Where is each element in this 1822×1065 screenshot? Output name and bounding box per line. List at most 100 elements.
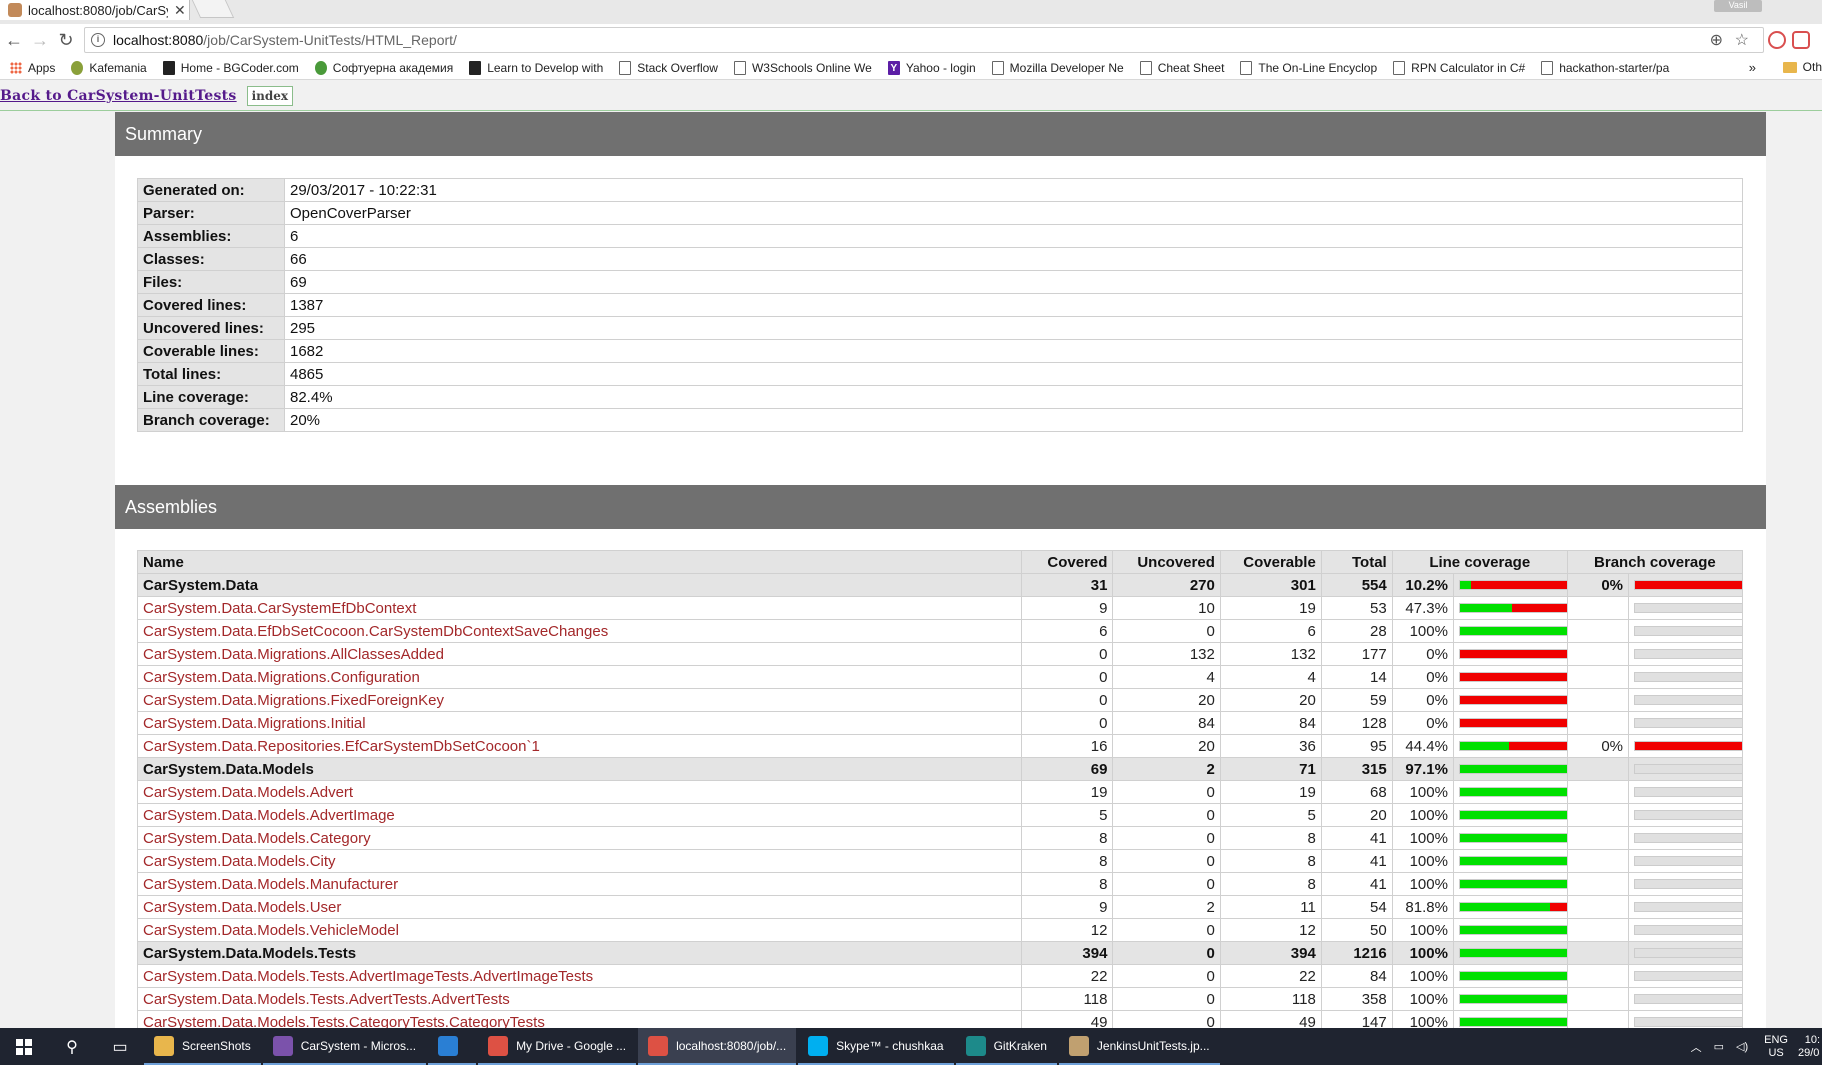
class-row[interactable]: CarSystem.Data.Models.VehicleModel 12 0 12 5… [136, 918, 1743, 942]
class-link[interactable]: CarSystem.Data.Models.Manufacturer [143, 876, 398, 893]
browser-tab[interactable]: localhost:8080/job/CarSy ✕ [0, 0, 190, 20]
line-coverage-bar-cell [1452, 803, 1568, 827]
extension-icon[interactable] [1792, 31, 1810, 49]
class-row[interactable]: CarSystem.Data.Models.User 9 2 11 54 81.8% [136, 895, 1743, 919]
bookmark-item[interactable]: Apps [10, 61, 55, 75]
network-icon[interactable]: ▭ [1714, 1040, 1724, 1053]
line-coverage-bar [1458, 764, 1567, 774]
other-bookmarks[interactable]: Oth [1782, 60, 1822, 74]
visual-studio-icon [272, 1035, 293, 1056]
bookmark-item[interactable]: Learn to Develop with [469, 60, 603, 75]
class-row[interactable]: CarSystem.Data.Models.Tests.CategoryTest… [136, 1010, 1743, 1029]
site-info-icon[interactable]: i [91, 33, 105, 47]
bookmark-star-icon[interactable]: ☆ [1735, 30, 1749, 50]
taskbar-app[interactable]: My Drive - Google ... [478, 1028, 637, 1065]
column-header[interactable]: Coverable [1219, 550, 1322, 574]
bookmarks-overflow-button[interactable]: » [1749, 60, 1756, 75]
class-link[interactable]: CarSystem.Data.Migrations.Configuration [143, 669, 420, 686]
start-button[interactable] [0, 1028, 48, 1065]
bookmark-item[interactable]: Софтуерна академия [314, 60, 453, 75]
class-link[interactable]: CarSystem.Data.Models.User [143, 899, 341, 916]
column-header[interactable]: Line coverage [1391, 550, 1568, 574]
class-row[interactable]: CarSystem.Data.Models.Advert 19 0 19 68 100% [136, 780, 1743, 804]
bookmark-item[interactable]: Mozilla Developer Ne [991, 60, 1124, 75]
bookmark-item[interactable]: RPN Calculator in C# [1393, 60, 1525, 75]
bookmark-item[interactable]: Y Yahoo - login [887, 60, 976, 75]
class-link[interactable]: CarSystem.Data.Migrations.Initial [143, 715, 366, 732]
task-view-icon[interactable]: ▭ [96, 1028, 144, 1065]
index-tab[interactable]: index [246, 86, 294, 106]
class-link[interactable]: CarSystem.Data.Models.AdvertImage [143, 807, 395, 824]
class-link[interactable]: CarSystem.Data.Migrations.FixedForeignKe… [143, 692, 444, 709]
bookmark-item[interactable]: Kafemania [71, 60, 147, 75]
bookmark-item[interactable]: Home - BGCoder.com [162, 60, 299, 75]
search-icon[interactable]: ⚲ [48, 1028, 96, 1065]
class-row[interactable]: CarSystem.Data.Repositories.EfCarSystemD… [136, 734, 1743, 758]
back-link[interactable]: Back to CarSystem-UnitTests [0, 88, 237, 104]
class-row[interactable]: CarSystem.Data.CarSystemEfDbContext 9 10 19… [136, 596, 1743, 620]
bookmark-item[interactable]: Stack Overflow [619, 60, 718, 75]
bookmark-item[interactable]: The On-Line Encyclop [1240, 60, 1377, 75]
class-link[interactable]: CarSystem.Data.Models.Tests.AdvertImageT… [143, 968, 593, 985]
taskbar-app[interactable]: ScreenShots [144, 1028, 261, 1065]
clock[interactable]: 10: 29/03 [1798, 1034, 1820, 1060]
taskbar-app[interactable]: Skype™ - chushkaa [798, 1028, 954, 1065]
class-link[interactable]: CarSystem.Data.Repositories.EfCarSystemD… [143, 738, 540, 755]
back-arrow-icon[interactable]: ← [2, 28, 26, 52]
class-row[interactable]: CarSystem.Data.Models.City 8 0 8 41 100% [136, 849, 1743, 873]
bookmark-item[interactable]: W3Schools Online We [733, 60, 872, 75]
class-row[interactable]: CarSystem.Data.Migrations.Initial 0 84 84 12… [136, 711, 1743, 735]
extension-icon[interactable] [1768, 31, 1786, 49]
class-row[interactable]: CarSystem.Data.Models.Category 8 0 8 41 100% [136, 826, 1743, 850]
column-header[interactable]: Covered [1021, 550, 1114, 574]
class-link[interactable]: CarSystem.Data.Models.Advert [143, 784, 353, 801]
class-link[interactable]: CarSystem.Data.Models.City [143, 853, 336, 870]
language-indicator[interactable]: ENG US [1764, 1034, 1788, 1060]
summary-row: Uncovered lines: 295 [137, 316, 1743, 340]
class-link[interactable]: CarSystem.Data.Models.Tests.CategoryTest… [143, 1014, 545, 1029]
column-header[interactable]: Name [136, 550, 1023, 574]
close-tab-icon[interactable]: ✕ [174, 2, 186, 19]
bookmark-item[interactable]: Cheat Sheet [1139, 60, 1224, 75]
class-link[interactable]: CarSystem.Data.Models.Category [143, 830, 371, 847]
user-profile-badge[interactable]: Vasil [1714, 0, 1762, 12]
column-header[interactable]: Total [1320, 550, 1393, 574]
bookmark-item[interactable]: hackathon-starter/pa [1541, 60, 1669, 75]
line-coverage-value: 0% [1391, 688, 1454, 712]
taskbar-app[interactable]: localhost:8080/job/... [638, 1028, 797, 1065]
taskbar-app[interactable]: CarSystem - Micros... [262, 1028, 427, 1065]
class-row[interactable]: CarSystem.Data.Migrations.FixedForeignKe… [136, 688, 1743, 712]
class-row[interactable]: CarSystem.Data.Models.Tests.AdvertImageT… [136, 964, 1743, 988]
column-header[interactable]: Branch coverage [1566, 550, 1744, 574]
class-row[interactable]: CarSystem.Data.Models.Manufacturer 8 0 8 41 1… [136, 872, 1743, 896]
taskbar-app[interactable] [428, 1028, 477, 1065]
tray-chevron-icon[interactable]: ︿ [1691, 1039, 1702, 1055]
class-row[interactable]: CarSystem.Data.EfDbSetCocoon.CarSystemDb… [136, 619, 1743, 643]
total-cell: 59 [1320, 688, 1393, 712]
summary-label: Coverable lines: [137, 339, 285, 363]
class-link[interactable]: CarSystem.Data.EfDbSetCocoon.CarSystemDb… [143, 623, 608, 640]
address-bar[interactable]: i localhost:8080/job/CarSystem-UnitTests… [84, 27, 1764, 53]
column-header[interactable]: Uncovered [1112, 550, 1221, 574]
taskbar-app[interactable]: GitKraken [955, 1028, 1057, 1065]
branch-coverage-bar [1634, 764, 1742, 774]
summary-label: Classes: [137, 247, 285, 271]
class-link[interactable]: CarSystem.Data.Migrations.AllClassesAdde… [143, 646, 444, 663]
taskbar-app[interactable]: JenkinsUnitTests.jp... [1058, 1028, 1220, 1065]
covered-segment [1459, 788, 1567, 796]
volume-icon[interactable]: ◁) [1736, 1040, 1748, 1053]
new-tab-button[interactable] [191, 0, 235, 18]
class-row[interactable]: CarSystem.Data.Migrations.AllClassesAdde… [136, 642, 1743, 666]
class-link[interactable]: CarSystem.Data.Models.Tests.AdvertTests.… [143, 991, 510, 1008]
reload-icon[interactable]: ↻ [54, 28, 78, 52]
class-link[interactable]: CarSystem.Data.Models.VehicleModel [143, 922, 399, 939]
class-row[interactable]: CarSystem.Data.Models.AdvertImage 5 0 5 20 10… [136, 803, 1743, 827]
zoom-icon[interactable]: ⊕ [1710, 30, 1723, 50]
class-row[interactable]: CarSystem.Data.Models.Tests.AdvertTests.… [136, 987, 1743, 1011]
forward-arrow-icon[interactable]: → [28, 28, 52, 52]
line-coverage-value: 100% [1391, 941, 1454, 965]
line-coverage-bar-cell [1452, 964, 1568, 988]
assembly-name: CarSystem.Data.Models.Tests [143, 944, 357, 962]
class-row[interactable]: CarSystem.Data.Migrations.Configuration 0… [136, 665, 1743, 689]
class-link[interactable]: CarSystem.Data.CarSystemEfDbContext [143, 600, 416, 617]
